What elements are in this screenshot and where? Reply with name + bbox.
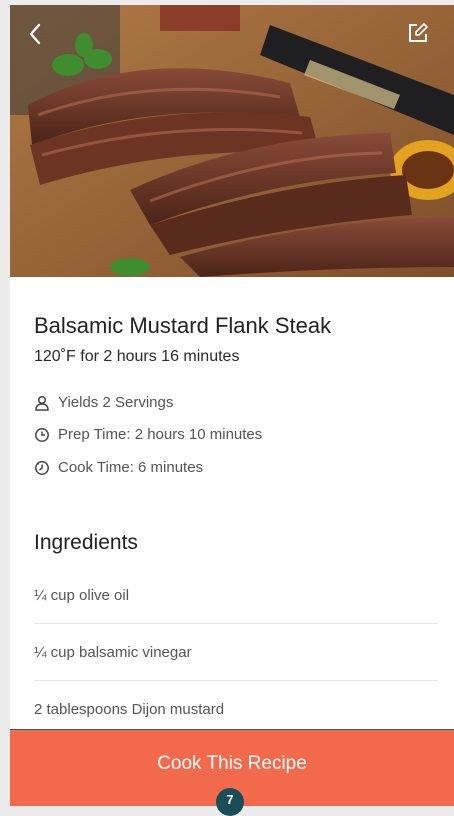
clock-icon <box>34 427 50 443</box>
yields-text: Yields 2 Servings <box>58 394 174 411</box>
ingredients-heading: Ingredients <box>34 531 138 554</box>
back-button[interactable] <box>28 23 56 51</box>
cook-time-text: Cook Time: 6 minutes <box>58 459 204 476</box>
edit-icon <box>409 23 428 42</box>
chevron-left-icon <box>29 23 41 45</box>
cook-button-label: Cook This Recipe <box>157 753 307 774</box>
edit-button[interactable] <box>408 23 436 51</box>
cook-time-row: Cook Time: 6 minutes <box>34 459 203 476</box>
person-icon <box>34 395 50 411</box>
steak-photo <box>10 5 454 277</box>
recipe-temperature-time: 120˚F for 2 hours 16 minutes <box>34 348 240 365</box>
ingredient-item: 2 tablespoons Dijon mustard <box>34 700 225 718</box>
ingredient-item: ¼ cup olive oil <box>34 567 438 624</box>
timer-icon <box>34 460 50 476</box>
recipe-title: Balsamic Mustard Flank Steak <box>34 313 332 338</box>
prep-time-row: Prep Time: 2 hours 10 minutes <box>34 426 262 443</box>
step-marker-badge: 7 <box>216 788 244 816</box>
yields-row: Yields 2 Servings <box>34 394 173 411</box>
prep-time-text: Prep Time: 2 hours 10 minutes <box>58 426 263 443</box>
ingredients-list: ¼ cup olive oil ¼ cup balsamic vinegar 2… <box>34 567 438 737</box>
recipe-screen: Balsamic Mustard Flank Steak 120˚F for 2… <box>10 5 454 806</box>
ingredient-item: ¼ cup balsamic vinegar <box>34 624 438 681</box>
hero-image <box>10 5 454 277</box>
